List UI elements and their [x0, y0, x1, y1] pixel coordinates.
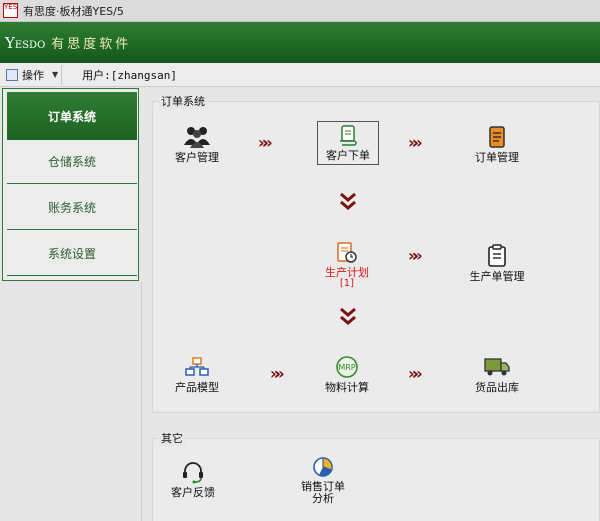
- brand-logo-big: Y: [5, 33, 15, 52]
- customer-order-label: 客户下单: [326, 149, 370, 162]
- pie-chart-icon: [311, 455, 335, 479]
- sales-order-analysis-label-line2: 分析: [312, 492, 334, 505]
- sidebar-item-system-settings[interactable]: 系统设置: [7, 232, 137, 276]
- operations-label: 操作: [22, 68, 44, 82]
- order-management-node[interactable]: 订单管理: [452, 124, 542, 170]
- sidebar-item-label: 订单系统: [47, 109, 96, 124]
- sidebar-item-label: 账务系统: [47, 201, 96, 215]
- sidebar-item-label: 仓储系统: [47, 155, 96, 169]
- window-title: 有思度·板材通YES/5: [23, 4, 124, 18]
- customer-management-node[interactable]: 客户管理: [152, 124, 242, 170]
- operations-menu-button[interactable]: 操作 ▼: [3, 64, 63, 85]
- brand-bar: YESDO 有思度软件: [0, 22, 600, 63]
- group-title-order-system: 订单系统: [159, 93, 207, 109]
- arrow-down-icon: [338, 192, 358, 215]
- arrow-right-icon: »»: [408, 133, 422, 152]
- hierarchy-icon: [184, 354, 210, 380]
- arrow-right-icon: »»: [270, 364, 284, 383]
- headset-icon: [181, 459, 205, 485]
- product-model-node[interactable]: 产品模型: [152, 354, 242, 400]
- window-titlebar: YES 有思度·板材通YES/5: [0, 0, 600, 22]
- chevron-down-icon: ▼: [52, 70, 59, 79]
- production-order-management-node[interactable]: 生产单管理: [452, 243, 542, 289]
- people-group-icon: [182, 124, 212, 150]
- production-plan-count: [1]: [339, 278, 355, 289]
- production-plan-node[interactable]: 生产计划 [1]: [302, 241, 392, 289]
- arrow-right-icon: »»: [408, 364, 422, 383]
- sidebar-item-order-system[interactable]: 订单系统: [7, 92, 137, 140]
- material-calculation-label: 物料计算: [325, 381, 369, 394]
- customer-feedback-node[interactable]: 客户反馈: [148, 459, 238, 505]
- goods-outbound-node[interactable]: 货品出库: [452, 354, 542, 400]
- sidebar-item-label: 系统设置: [47, 247, 96, 261]
- toolbar: 操作 ▼ 用户:[zhangsan]: [0, 63, 600, 87]
- customer-order-node[interactable]: 客户下单: [317, 121, 379, 165]
- arrow-down-icon: [338, 307, 358, 330]
- clipboard-icon: [487, 243, 507, 269]
- goods-outbound-label: 货品出库: [475, 381, 519, 394]
- app-icon: YES: [3, 3, 18, 18]
- brand-logo-small: ESDO: [14, 39, 46, 51]
- document-orange-icon: [488, 124, 506, 150]
- order-management-label: 订单管理: [475, 151, 519, 164]
- sales-order-analysis-node[interactable]: 销售订单 分析: [278, 455, 368, 505]
- arrow-right-icon: »»: [258, 133, 272, 152]
- sidebar-background: [0, 281, 142, 521]
- operations-icon: [6, 68, 18, 81]
- doc-clock-icon: [336, 241, 358, 265]
- brand-name: 有思度软件: [51, 37, 132, 52]
- material-calculation-node[interactable]: MRP 物料计算: [302, 354, 392, 400]
- sidebar: 订单系统 仓储系统 账务系统 系统设置: [2, 88, 139, 281]
- current-user-label: 用户:[zhangsan]: [82, 68, 178, 82]
- svg-text:MRP: MRP: [338, 363, 355, 372]
- truck-icon: [483, 354, 511, 380]
- customer-management-label: 客户管理: [175, 151, 219, 164]
- mrp-icon: MRP: [334, 354, 360, 380]
- product-model-label: 产品模型: [175, 381, 219, 394]
- group-title-other: 其它: [159, 430, 185, 446]
- production-order-management-label: 生产单管理: [469, 270, 525, 283]
- sidebar-item-accounting-system[interactable]: 账务系统: [7, 186, 137, 230]
- brand-logo: YESDO: [5, 34, 45, 52]
- arrow-right-icon: »»: [408, 246, 422, 265]
- sidebar-item-warehouse-system[interactable]: 仓储系统: [7, 140, 137, 184]
- customer-feedback-label: 客户反馈: [171, 486, 215, 499]
- scroll-icon: [337, 122, 359, 148]
